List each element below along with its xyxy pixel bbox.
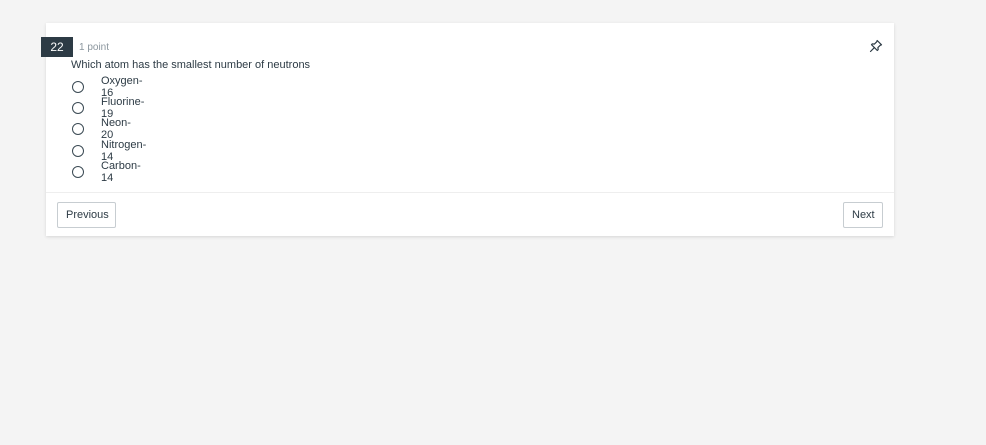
answer-option-neon-20[interactable]: Neon-20 [71,117,131,141]
question-card: 22 1 point Which atom has the smallest n… [41,23,894,236]
answer-option-fluorine-19[interactable]: Fluorine-19 [71,96,144,120]
answer-option-oxygen-16[interactable]: Oxygen-16 [71,75,143,99]
radio-button[interactable] [72,144,84,157]
next-button[interactable]: Next [843,202,883,228]
answer-option-carbon-14[interactable]: Carbon-14 [71,160,141,184]
answer-list: Oxygen-16 Fluorine-19 Neon-20 Nitrogen-1… [71,75,146,184]
question-number-badge: 22 [41,37,73,57]
radio-button[interactable] [72,165,84,178]
pin-icon[interactable] [869,39,883,53]
answer-option-nitrogen-14[interactable]: Nitrogen-14 [71,139,146,163]
question-text: Which atom has the smallest number of ne… [71,59,311,71]
radio-button[interactable] [72,101,84,114]
previous-button[interactable]: Previous [57,202,116,228]
footer-divider [46,192,894,193]
answer-label[interactable]: Carbon-14 [101,160,141,184]
question-points: 1 point [79,42,110,53]
radio-button[interactable] [72,80,84,93]
radio-button[interactable] [72,123,84,136]
